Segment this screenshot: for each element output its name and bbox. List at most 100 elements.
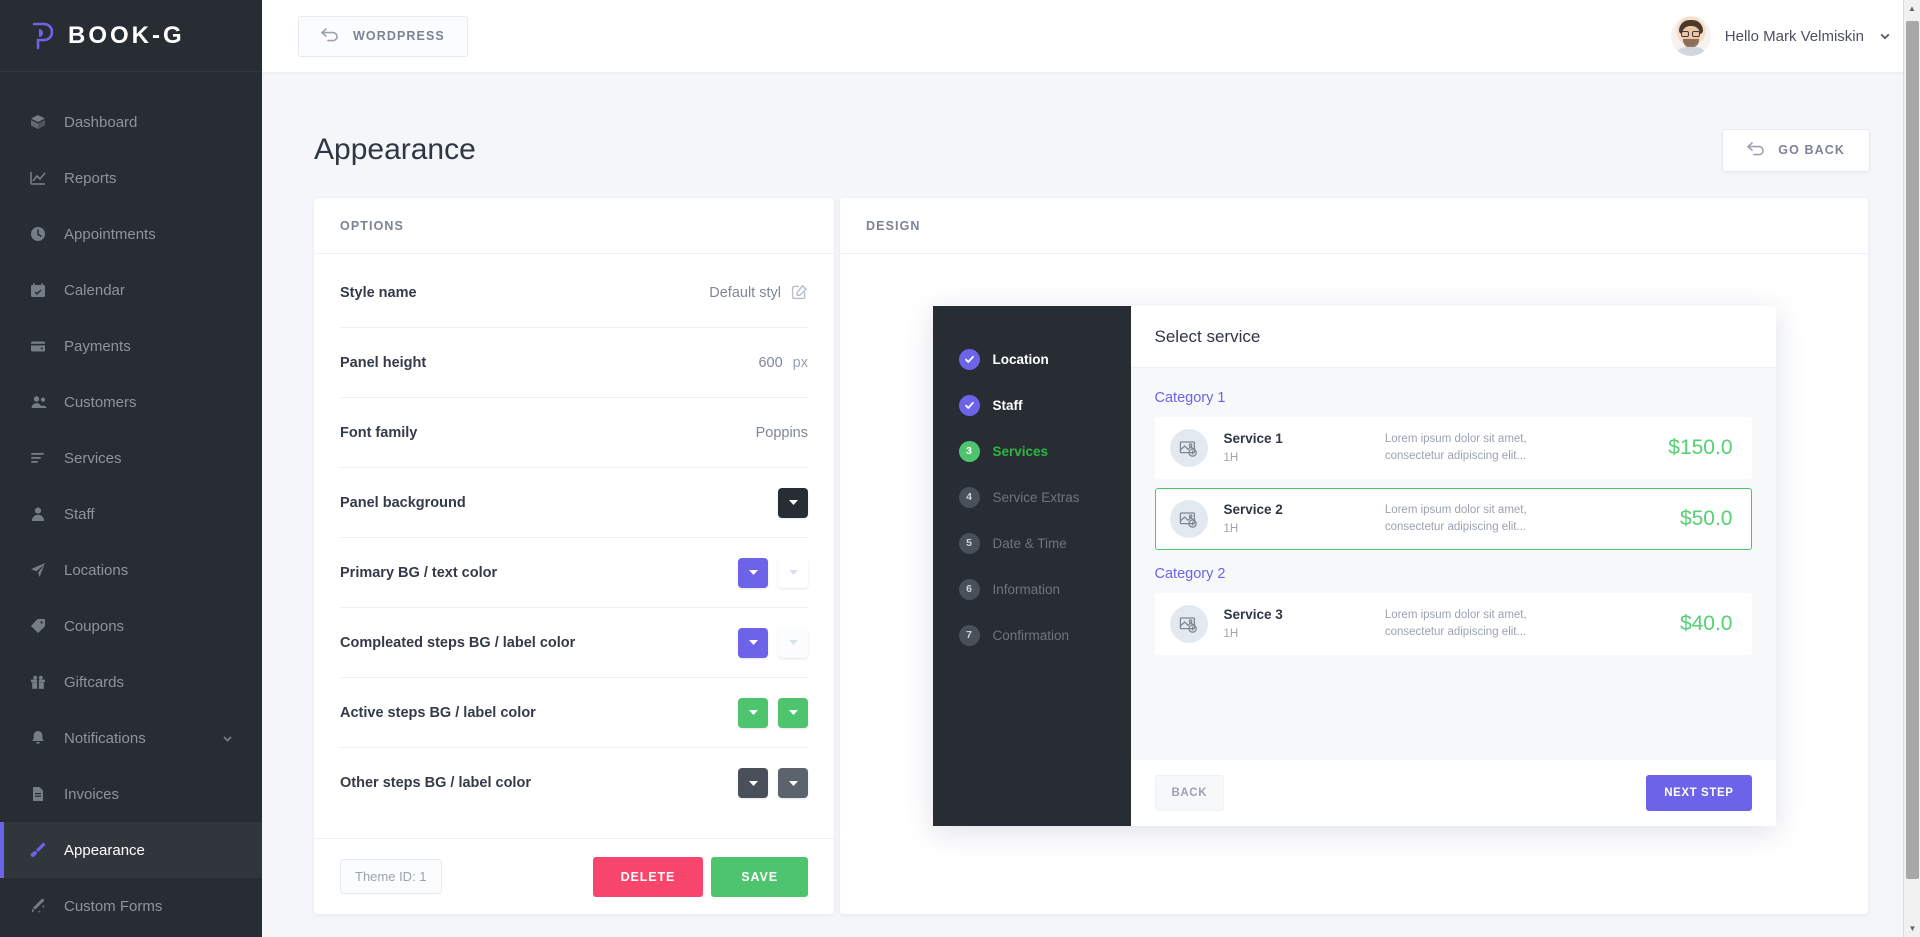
option-row-active-steps: Active steps BG / label color [340, 678, 808, 748]
sidebar-item-label: Dashboard [64, 113, 138, 131]
user-icon [30, 506, 56, 522]
send-icon [30, 562, 56, 578]
widget-step-staff[interactable]: Staff [933, 382, 1131, 428]
widget-step-location[interactable]: Location [933, 336, 1131, 382]
service-description: Lorem ipsum dolor sit amet, consectetur … [1384, 503, 1527, 533]
sidebar-item-reports[interactable]: Reports [0, 150, 262, 206]
chevron-down-icon[interactable] [221, 732, 234, 745]
widget-footer: BACK NEXT STEP [1130, 760, 1776, 826]
widget-next-step-button[interactable]: NEXT STEP [1646, 775, 1752, 811]
sidebar-item-giftcards[interactable]: Giftcards [0, 654, 262, 710]
sidebar-item-customers[interactable]: Customers [0, 374, 262, 430]
page-scrollbar[interactable]: ▲ ▼ [1903, 0, 1920, 937]
design-panel: DESIGN Location Staff 3 Services 4 Servi… [840, 198, 1868, 914]
sidebar-item-invoices[interactable]: Invoices [0, 766, 262, 822]
cube-icon [30, 114, 56, 130]
save-button[interactable]: SAVE [711, 856, 808, 897]
sidebar-item-coupons[interactable]: Coupons [0, 598, 262, 654]
sidebar-item-label: Payments [64, 337, 131, 355]
widget-step-information[interactable]: 6 Information [933, 566, 1131, 612]
scroll-up-arrow-icon[interactable]: ▲ [1904, 0, 1920, 17]
sidebar-item-appearance[interactable]: Appearance [0, 822, 262, 878]
widget-step-label: Information [992, 581, 1061, 597]
service-row[interactable]: Service 2 1H Lorem ipsum dolor sit amet,… [1154, 488, 1752, 550]
service-name: Service 3 [1223, 607, 1283, 622]
sidebar-item-dashboard[interactable]: Dashboard [0, 94, 262, 150]
service-price: $40.0 [1679, 612, 1733, 635]
widget-back-button[interactable]: BACK [1154, 775, 1225, 811]
widget-step-number: 7 [958, 624, 980, 646]
avatar [1670, 16, 1711, 56]
service-duration: 1H [1223, 523, 1239, 535]
service-description: Lorem ipsum dolor sit amet, consectetur … [1384, 432, 1527, 462]
color-swatch-primary-bg[interactable] [738, 557, 768, 588]
brand[interactable]: BOOK-G [0, 0, 262, 72]
widget-step-date-time[interactable]: 5 Date & Time [933, 520, 1131, 566]
sidebar-item-staff[interactable]: Staff [0, 486, 262, 542]
color-swatch-other-label[interactable] [778, 768, 808, 798]
service-name: Service 1 [1223, 431, 1283, 446]
sidebar-item-services[interactable]: Services [0, 430, 262, 486]
edit-icon[interactable] [791, 284, 808, 301]
document-icon [30, 786, 56, 802]
widget-steps-list: Location Staff 3 Services 4 Service Extr… [932, 306, 1131, 826]
options-panel-footer: Theme ID: 1 DELETE SAVE [314, 838, 834, 914]
color-swatch-active-bg[interactable] [738, 697, 768, 728]
user-menu[interactable]: Hello Mark Velmiskin [1670, 16, 1892, 56]
widget-title-bar: Select service [1130, 306, 1776, 368]
widget-step-label: Location [992, 351, 1049, 367]
sidebar-item-payments[interactable]: Payments [0, 318, 262, 374]
widget-step-confirmation[interactable]: 7 Confirmation [933, 612, 1131, 658]
design-panel-header: DESIGN [840, 198, 1868, 254]
panels-row: OPTIONS Style name Default styl Panel he… [262, 190, 1920, 914]
sidebar-item-appointments[interactable]: Appointments [0, 206, 262, 262]
option-row-panel-background: Panel background [340, 468, 808, 538]
wallet-icon [30, 338, 56, 354]
widget-step-label: Services [992, 443, 1049, 459]
color-swatch-active-label[interactable] [778, 697, 808, 728]
delete-button[interactable]: DELETE [592, 856, 704, 897]
widget-step-number: 6 [958, 578, 980, 600]
color-swatch-completed-label[interactable] [778, 627, 808, 658]
chevron-down-icon[interactable] [1878, 29, 1892, 43]
service-duration: 1H [1223, 628, 1239, 640]
widget-step-label: Staff [992, 397, 1023, 413]
widget-step-service-extras[interactable]: 4 Service Extras [933, 474, 1131, 520]
style-name-value[interactable]: Default styl [709, 285, 781, 301]
widget-step-number: 5 [958, 532, 980, 554]
list-icon [30, 450, 56, 466]
go-back-button-label: GO BACK [1778, 143, 1845, 157]
color-swatch-panel-background[interactable] [778, 487, 808, 518]
color-swatch-primary-text[interactable] [778, 557, 808, 588]
widget-step-services[interactable]: 3 Services [933, 428, 1131, 474]
go-back-button[interactable]: GO BACK [1722, 128, 1870, 172]
back-arrow-icon [1747, 141, 1765, 159]
service-row[interactable]: Service 3 1H Lorem ipsum dolor sit amet,… [1154, 593, 1752, 655]
option-row-other-steps: Other steps BG / label color [340, 748, 808, 818]
main-content: WORDPRESS Hello Mark Velmiskin Appearanc… [262, 0, 1920, 937]
sidebar-item-label: Custom Forms [64, 897, 163, 915]
color-swatch-other-bg[interactable] [738, 768, 768, 798]
service-row[interactable]: Service 1 1H Lorem ipsum dolor sit amet,… [1154, 417, 1752, 479]
sidebar-item-calendar[interactable]: Calendar [0, 262, 262, 318]
option-row-style-name: Style name Default styl [340, 258, 808, 328]
wordpress-button[interactable]: WORDPRESS [298, 15, 468, 57]
sidebar-item-custom-forms[interactable]: Custom Forms [0, 878, 262, 934]
wordpress-button-label: WORDPRESS [353, 29, 445, 43]
font-family-value[interactable]: Poppins [756, 425, 808, 441]
color-swatch-completed-bg[interactable] [738, 627, 768, 658]
option-row-panel-height: Panel height 600 px [340, 328, 808, 398]
sidebar-item-label: Reports [64, 169, 117, 187]
tag-icon [30, 618, 56, 634]
widget-step-label: Date & Time [992, 535, 1067, 551]
option-label: Primary BG / text color [340, 564, 498, 581]
scroll-down-arrow-icon[interactable]: ▼ [1904, 920, 1920, 937]
option-label: Other steps BG / label color [340, 775, 531, 791]
scrollbar-thumb[interactable] [1906, 21, 1919, 879]
service-description: Lorem ipsum dolor sit amet, consectetur … [1384, 608, 1527, 638]
option-row-primary-color: Primary BG / text color [340, 538, 808, 608]
sidebar-item-notifications[interactable]: Notifications [0, 710, 262, 766]
sidebar-item-label: Coupons [64, 617, 125, 635]
panel-height-value[interactable]: 600 [758, 355, 782, 371]
sidebar-item-locations[interactable]: Locations [0, 542, 262, 598]
